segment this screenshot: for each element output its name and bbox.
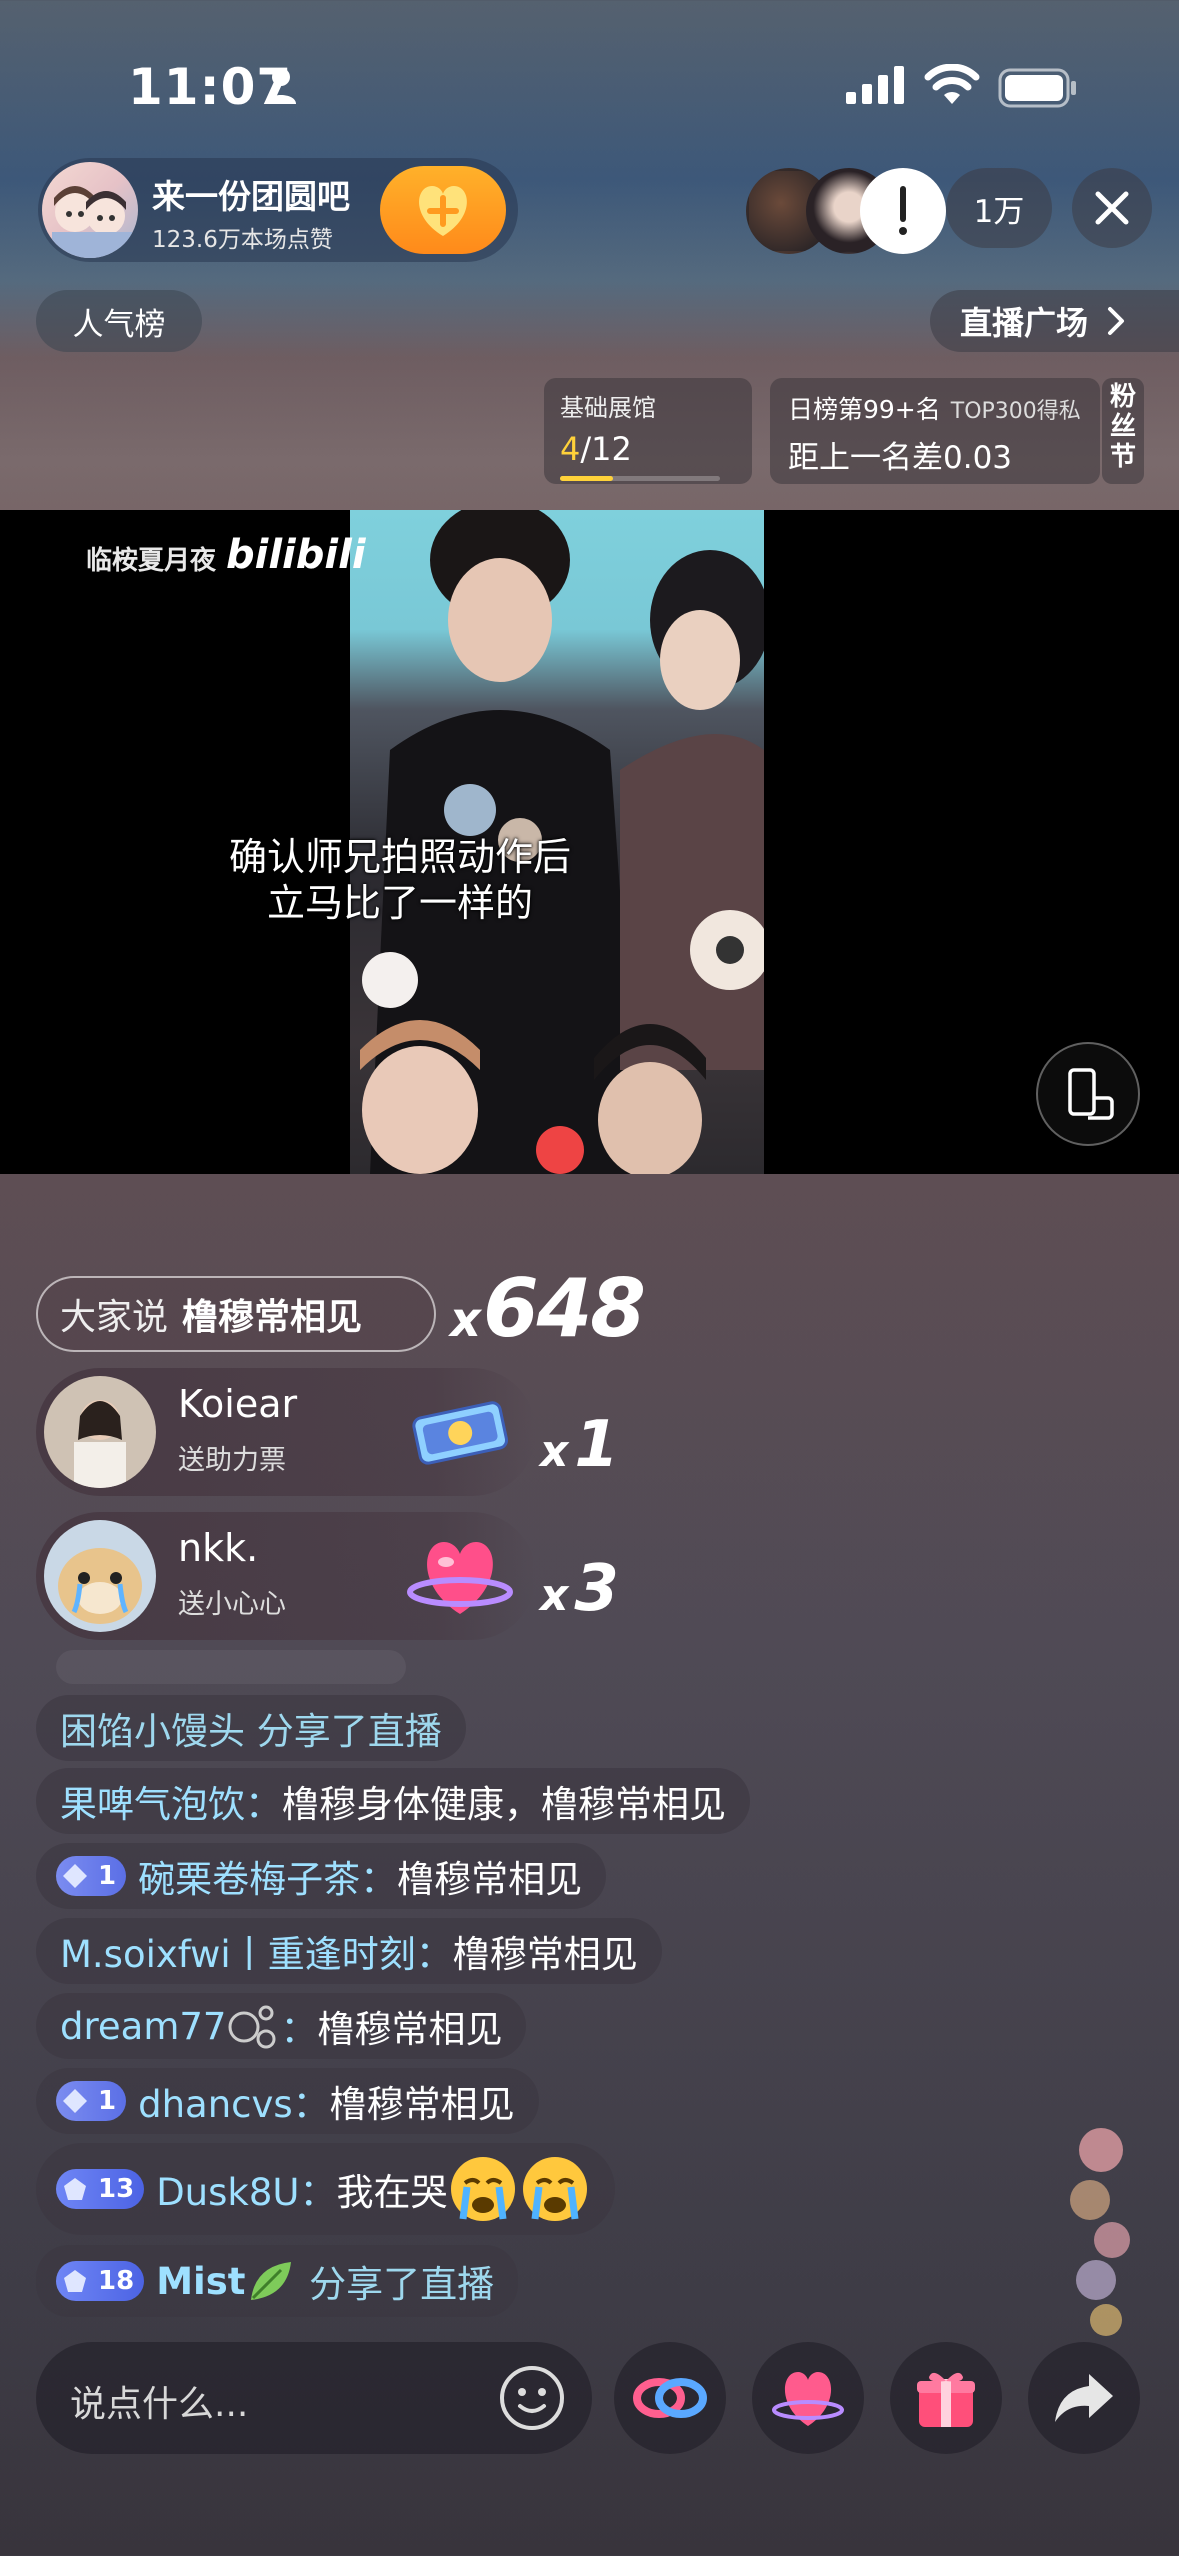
bilibili-logo: bilibili	[226, 532, 366, 578]
gift-action: 送小心心	[178, 1589, 286, 1620]
emoji-icon[interactable]	[498, 2364, 566, 2432]
viewer-count-button[interactable]: 1万	[946, 168, 1052, 248]
interaction-button[interactable]	[614, 2342, 726, 2454]
live-square-label: 直播广场	[960, 304, 1089, 342]
gift-notification[interactable]: nkk. 送小心心	[36, 1512, 536, 1640]
gift-notification[interactable]: Koiear 送助力票	[36, 1368, 536, 1496]
crying-emoji-icon	[523, 2157, 588, 2221]
crying-emoji-icon	[451, 2157, 516, 2221]
gift-sender-name: nkk.	[178, 1526, 259, 1570]
heart-icon	[772, 2372, 844, 2426]
gift-sender-avatar[interactable]	[44, 1376, 156, 1488]
host-likes-count: 123.6万本场点赞	[152, 227, 333, 253]
ticket-gift-icon	[412, 1401, 509, 1465]
chat-message[interactable]: 1 dhancvs： 橹穆常相见	[36, 2068, 539, 2134]
share-arrow-icon	[1055, 2374, 1113, 2422]
chat-message[interactable]: 果啤气泡饮： 橹穆身体健康，橹穆常相见	[36, 1768, 750, 1834]
cellular-signal-icon	[846, 66, 904, 104]
popularity-rank-button[interactable]: 人气榜	[36, 290, 202, 352]
bubbles-icon	[228, 2005, 276, 2049]
combo-text: 橹穆常相见	[182, 1297, 363, 1338]
comment-input-placeholder: 说点什么...	[70, 2384, 249, 2425]
rank-gap-text: 距上一名差0.03	[788, 440, 1013, 476]
floating-hearts-animation	[1070, 2128, 1130, 2336]
fan-level-badge[interactable]: 1	[56, 1856, 127, 1896]
chat-text: 橹穆常相见	[317, 2008, 503, 2051]
pentagon-gem-icon	[64, 2178, 86, 2200]
pentagon-gem-icon	[64, 2270, 86, 2292]
exhibition-hall-card[interactable]: 基础展馆 4/12	[544, 378, 752, 484]
gift-sender-name: Koiear	[178, 1382, 298, 1426]
rotate-screen-button[interactable]	[1036, 1042, 1140, 1146]
battery-icon	[998, 68, 1076, 108]
gift-sender-avatar[interactable]	[44, 1520, 156, 1632]
fan-level-badge[interactable]: 18	[56, 2261, 145, 2301]
chat-text: 橹穆常相见	[452, 1933, 638, 1976]
chat-username[interactable]: dhancvs：	[138, 2074, 330, 2128]
chat-text: 橹穆常相见	[397, 1858, 583, 1901]
share-button[interactable]	[1028, 2342, 1140, 2454]
fan-level-badge[interactable]: 1	[56, 2081, 127, 2121]
gift-count: x1	[540, 1408, 619, 1482]
chat-message[interactable]: 困馅小馒头 分享了直播	[36, 1695, 466, 1761]
chat-username[interactable]: Mist	[156, 2260, 245, 2303]
chat-message[interactable]: 13 Dusk8U： 我在哭	[36, 2143, 616, 2235]
chat-username[interactable]: Dusk8U：	[156, 2162, 336, 2216]
chevron-right-icon	[1108, 307, 1125, 335]
close-icon	[1095, 191, 1129, 225]
leaf-icon	[251, 2262, 292, 2300]
chat-username[interactable]: 果啤气泡饮：	[60, 1774, 282, 1828]
person-icon	[266, 68, 296, 104]
combo-count: x648	[450, 1262, 646, 1355]
chat-username[interactable]: 碗栗卷梅子茶：	[138, 1849, 397, 1903]
daily-rank-sub: TOP300得私	[950, 399, 1081, 424]
fan-festival-card[interactable]: 粉丝节	[1102, 378, 1144, 484]
heart-gift-icon	[407, 1542, 513, 1614]
like-button[interactable]	[752, 2342, 864, 2454]
heart-plus-icon	[419, 186, 467, 236]
gift-action: 送助力票	[178, 1445, 286, 1476]
chat-username[interactable]: dream77	[60, 2005, 226, 2048]
follow-button[interactable]	[380, 166, 506, 254]
host-avatar[interactable]	[42, 162, 138, 258]
host-name: 来一份团圆吧	[152, 177, 350, 216]
daily-rank-title: 日榜第99+名 TOP300得私	[788, 395, 1081, 424]
viewer-avatar[interactable]	[860, 168, 946, 254]
chat-text: 分享了直播	[309, 2263, 495, 2306]
chat-text: 分享了直播	[256, 1710, 442, 1753]
video-watermark: 临桉夏月夜	[86, 546, 217, 576]
diamond-icon	[63, 2089, 87, 2113]
combo-who: 大家说	[60, 1297, 169, 1338]
gift-box-icon	[917, 2372, 975, 2427]
live-square-button[interactable]: 直播广场	[930, 290, 1179, 352]
chat-message[interactable]: dream77 ：橹穆常相见	[36, 1993, 527, 2059]
chat-message[interactable]: 1 碗栗卷梅子茶： 橹穆常相见	[36, 1843, 607, 1909]
chat-username[interactable]: 困馅小馒头	[60, 1701, 245, 1755]
chat-text: 我在哭	[336, 2171, 448, 2214]
link-rings-icon	[633, 2378, 707, 2418]
faded-message	[56, 1650, 406, 1684]
combo-danmaku-pill[interactable]: 大家说 橹穆常相见	[36, 1276, 436, 1352]
fan-level-badge[interactable]: 13	[56, 2169, 145, 2209]
hall-progress-bar	[560, 476, 720, 481]
daily-rank-card[interactable]: 日榜第99+名 TOP300得私 距上一名差0.03	[770, 378, 1100, 484]
hall-progress-text: 4/12	[560, 430, 632, 468]
video-subtitle: 确认师兄拍照动作后 立马比了一样的	[228, 835, 571, 925]
gift-button[interactable]	[890, 2342, 1002, 2454]
chat-username[interactable]: M.soixfwi丨重逢时刻：	[60, 1924, 453, 1978]
chat-message[interactable]: M.soixfwi丨重逢时刻： 橹穆常相见	[36, 1918, 662, 1984]
close-button[interactable]	[1072, 168, 1152, 248]
chat-text: 橹穆常相见	[329, 2083, 515, 2126]
wifi-icon	[924, 64, 980, 104]
rotate-phone-icon	[1068, 1068, 1114, 1120]
hall-title: 基础展馆	[560, 394, 656, 422]
chat-text: 橹穆身体健康，橹穆常相见	[282, 1783, 726, 1826]
chat-message[interactable]: 18 Mist 分享了直播	[36, 2245, 519, 2317]
diamond-icon	[63, 1864, 87, 1888]
gift-count: x3	[540, 1552, 619, 1626]
